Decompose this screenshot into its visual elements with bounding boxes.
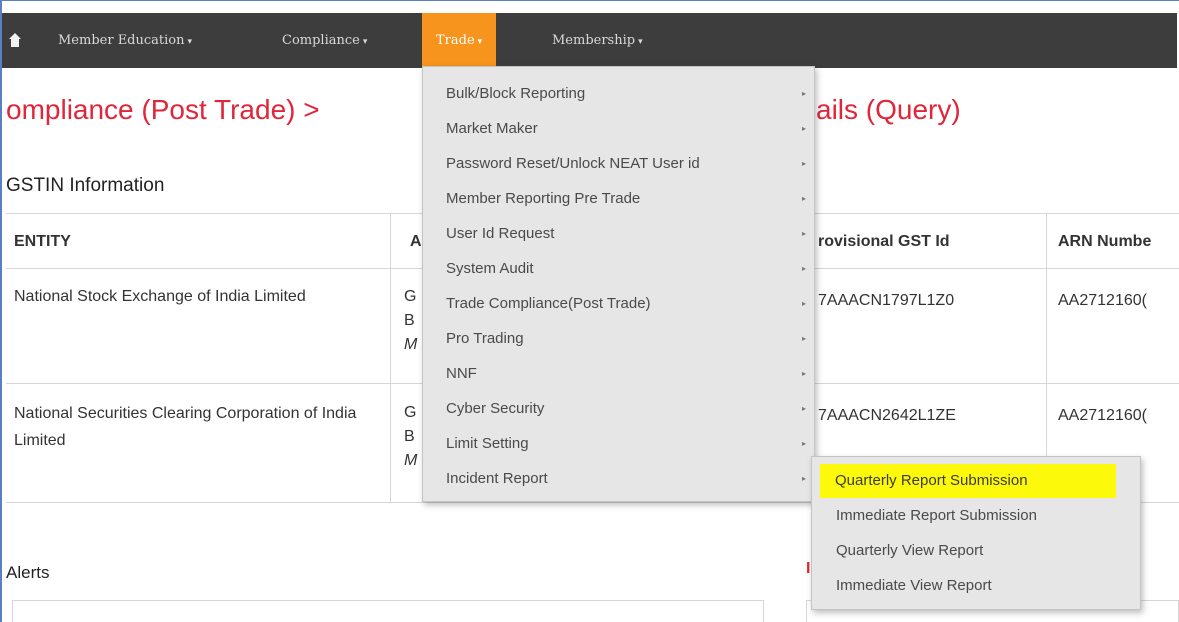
column-header-entity: ENTITY: [14, 233, 71, 250]
chevron-right-icon: ▸: [801, 124, 806, 133]
nav-compliance[interactable]: Compliance ▾: [282, 13, 367, 68]
submenu-item-quarterly-report-submission[interactable]: Quarterly Report Submission: [820, 464, 1116, 498]
section-title-gstin: GSTIN Information: [6, 175, 165, 196]
chevron-down-icon: ▾: [638, 37, 643, 47]
column-header-provisional-gst-id: rovisional GST Id: [818, 233, 950, 250]
menu-item-label: Bulk/Block Reporting: [446, 85, 586, 102]
table-cell-provisional-gst-id: 7AAACN1797L1Z0: [818, 292, 955, 309]
chevron-right-icon: ▸: [801, 404, 806, 413]
menu-item-label: Market Maker: [446, 120, 538, 137]
chevron-right-icon: ▸: [801, 89, 806, 98]
top-navbar: Member Education ▾ Compliance ▾ Trade ▾ Mem…: [2, 13, 1177, 68]
table-cell-entity: National Stock Exchange of India Limited: [14, 288, 306, 305]
submenu-item-immediate-report-submission[interactable]: Immediate Report Submission: [812, 499, 1140, 533]
menu-item-label: Pro Trading: [446, 330, 524, 347]
chevron-right-icon: ▸: [801, 194, 806, 203]
menu-item-label: Member Reporting Pre Trade: [446, 190, 641, 207]
table-cell-address: B: [404, 312, 415, 329]
submenu-item-immediate-view-report[interactable]: Immediate View Report: [812, 569, 1140, 603]
chevron-right-icon: ▸: [801, 299, 806, 308]
menu-item-label: NNF: [446, 365, 477, 382]
menu-item-incident-report[interactable]: Incident Report ▸: [423, 462, 814, 496]
chevron-right-icon: ▸: [801, 439, 806, 448]
table-cell-arn-number: AA2712160(: [1058, 407, 1147, 424]
menu-item-bulk-block-reporting[interactable]: Bulk/Block Reporting ▸: [423, 77, 814, 111]
menu-item-user-id-request[interactable]: User Id Request ▸: [423, 217, 814, 251]
table-cell-address: M: [404, 336, 418, 353]
table-cell-entity: National Securities Clearing Corporation…: [14, 405, 357, 449]
menu-item-nnf[interactable]: NNF ▸: [423, 357, 814, 391]
chevron-right-icon: ▸: [801, 264, 806, 273]
table-cell-address: M: [404, 452, 418, 469]
nav-member-education[interactable]: Member Education ▾: [58, 13, 192, 68]
right-panel-title: I: [806, 560, 811, 577]
chevron-right-icon: ▸: [801, 159, 806, 168]
chevron-right-icon: ▸: [801, 229, 806, 238]
column-header-arn-number: ARN Numbe: [1058, 233, 1152, 250]
trade-dropdown-menu: Bulk/Block Reporting ▸ Market Maker ▸ Pass…: [422, 66, 815, 502]
section-title-alerts: Alerts: [6, 563, 50, 582]
menu-item-label: User Id Request: [446, 225, 555, 242]
menu-item-cyber-security[interactable]: Cyber Security ▸: [423, 392, 814, 426]
column-header-address: A: [410, 233, 422, 250]
nav-membership[interactable]: Membership ▾: [552, 13, 643, 68]
chevron-right-icon: ▸: [801, 474, 806, 483]
chevron-down-icon: ▾: [187, 37, 193, 47]
menu-item-trade-compliance-post-trade[interactable]: Trade Compliance(Post Trade) ▸: [423, 287, 814, 321]
menu-item-member-reporting-pre-trade[interactable]: Member Reporting Pre Trade ▸: [423, 182, 814, 216]
nav-membership-label: Membership: [552, 33, 636, 48]
alerts-panel: [12, 600, 764, 622]
table-cell-address: G: [404, 288, 417, 305]
page-title: ompliance (Post Trade) >: [6, 94, 320, 125]
nav-member-education-label: Member Education: [58, 33, 185, 48]
menu-item-label: Trade Compliance(Post Trade): [446, 295, 651, 312]
menu-item-label: System Audit: [446, 260, 534, 277]
chevron-down-icon: ▾: [477, 37, 483, 47]
menu-item-pro-trading[interactable]: Pro Trading ▸: [423, 322, 814, 356]
nav-trade-label: Trade: [436, 33, 475, 48]
nav-trade[interactable]: Trade ▾: [422, 13, 497, 68]
table-cell-arn-number: AA2712160(: [1058, 292, 1147, 309]
chevron-right-icon: ▸: [801, 369, 806, 378]
home-icon[interactable]: [8, 32, 22, 48]
menu-item-label: Incident Report: [446, 470, 548, 487]
menu-item-market-maker[interactable]: Market Maker ▸: [423, 112, 814, 146]
incident-report-submenu: Quarterly Report Submission Immediate Re…: [811, 456, 1141, 610]
menu-item-limit-setting[interactable]: Limit Setting ▸: [423, 427, 814, 461]
menu-item-label: Limit Setting: [446, 435, 529, 452]
chevron-right-icon: ▸: [801, 334, 806, 343]
menu-item-label: Password Reset/Unlock NEAT User id: [446, 155, 700, 172]
chevron-down-icon: ▾: [362, 37, 368, 47]
table-divider: [390, 213, 391, 503]
submenu-item-quarterly-view-report[interactable]: Quarterly View Report: [812, 534, 1140, 568]
table-cell-address: G: [404, 404, 417, 421]
nav-compliance-label: Compliance: [282, 33, 360, 48]
menu-item-system-audit[interactable]: System Audit ▸: [423, 252, 814, 286]
table-cell-provisional-gst-id: 7AAACN2642L1ZE: [818, 407, 956, 424]
page-title-tail: ails (Query): [816, 94, 961, 125]
menu-item-label: Cyber Security: [446, 400, 545, 417]
table-cell-address: B: [404, 428, 415, 445]
menu-item-password-reset[interactable]: Password Reset/Unlock NEAT User id ▸: [423, 147, 814, 181]
